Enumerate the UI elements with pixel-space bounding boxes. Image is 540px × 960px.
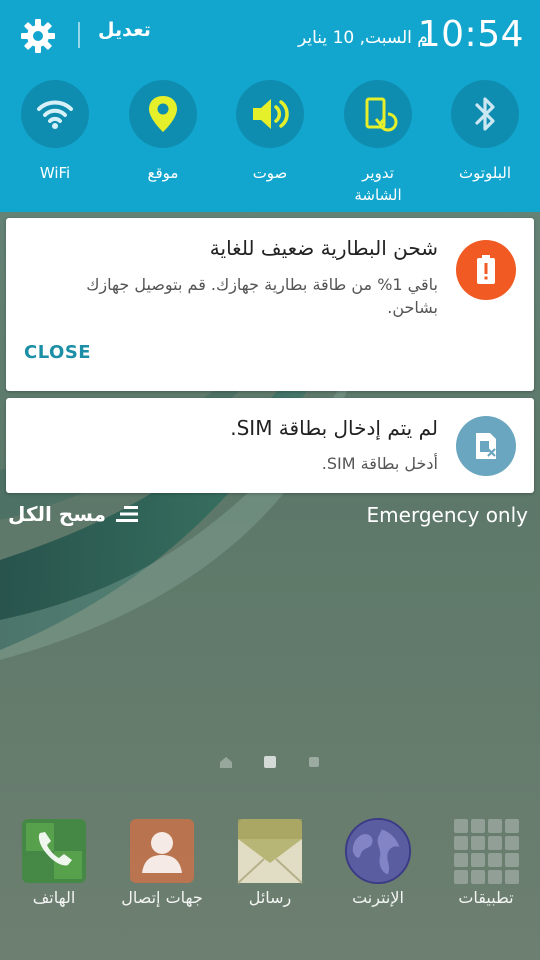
toggle-screen-rotation[interactable]: تدوير الشاشة <box>323 80 433 206</box>
battery-warning-icon <box>456 240 516 300</box>
toggle-screen-rotation-label: تدوير الشاشة <box>354 164 402 204</box>
dock-messages-label: رسائل <box>248 888 292 907</box>
phone-icon <box>19 816 89 886</box>
sim-card-missing-icon <box>456 416 516 476</box>
sim-notification-title: لم يتم إدخال بطاقة SIM. <box>230 416 438 440</box>
dock-phone-label: الهاتف <box>32 888 76 907</box>
header-divider <box>78 22 80 48</box>
close-button[interactable]: CLOSE <box>24 342 91 363</box>
clear-all-label: مسح الكل <box>8 502 106 526</box>
sim-notification-card[interactable]: لم يتم إدخال بطاقة SIM. أدخل بطاقة SIM. <box>6 398 534 493</box>
toggle-location[interactable]: موقع <box>108 80 218 184</box>
battery-notification-title: شحن البطارية ضعيف للغاية <box>209 236 438 260</box>
battery-notification-card[interactable]: شحن البطارية ضعيف للغاية باقي 1% من طاقة… <box>6 218 534 391</box>
dock-apps[interactable]: تطبيقات <box>436 816 536 907</box>
panel-top-bar: تعديل م السبت, 10 يناير 10:54 <box>0 0 540 72</box>
toggle-wifi[interactable]: WiFi <box>0 80 110 184</box>
clear-all-button[interactable]: مسح الكل <box>8 502 140 526</box>
sim-notification-body: أدخل بطاقة SIM. <box>321 454 438 473</box>
apps-grid-icon <box>451 816 521 886</box>
toggle-bluetooth-label: البلوتوث <box>458 164 512 182</box>
dock-apps-label: تطبيقات <box>458 888 514 907</box>
battery-notification-body: باقي 1% من طاقة بطارية جهازك. قم بتوصيل … <box>86 275 438 317</box>
location-pin-icon <box>129 80 197 148</box>
page-indicator <box>220 756 319 768</box>
bluetooth-icon <box>451 80 519 148</box>
wifi-icon <box>21 80 89 148</box>
contacts-icon <box>127 816 197 886</box>
envelope-icon <box>235 816 305 886</box>
globe-icon <box>343 816 413 886</box>
clock-display: 10:54 <box>417 14 524 55</box>
toggle-wifi-label: WiFi <box>39 164 71 182</box>
toggle-sound[interactable]: صوت <box>215 80 325 184</box>
toggle-bluetooth[interactable]: البلوتوث <box>430 80 540 184</box>
speaker-icon <box>236 80 304 148</box>
dock-phone[interactable]: الهاتف <box>4 816 104 907</box>
dock-contacts[interactable]: جهات إتصال <box>112 816 212 907</box>
dock-contacts-label: جهات إتصال <box>121 888 203 907</box>
dock-messages[interactable]: رسائل <box>220 816 320 907</box>
dock-internet-label: الإنترنت <box>352 888 404 907</box>
edit-button[interactable]: تعديل <box>98 19 151 41</box>
clear-all-icon <box>115 506 138 522</box>
date-display: م السبت, 10 يناير <box>298 28 428 48</box>
toggle-location-label: موقع <box>147 164 179 182</box>
screen-rotation-icon <box>344 80 412 148</box>
toggle-sound-label: صوت <box>252 164 288 182</box>
settings-gear-icon[interactable] <box>18 16 58 56</box>
dock-internet[interactable]: الإنترنت <box>328 816 428 907</box>
notification-panel: تعديل م السبت, 10 يناير 10:54 WiFi موقع <box>0 0 540 212</box>
emergency-only-status: Emergency only <box>366 503 528 527</box>
